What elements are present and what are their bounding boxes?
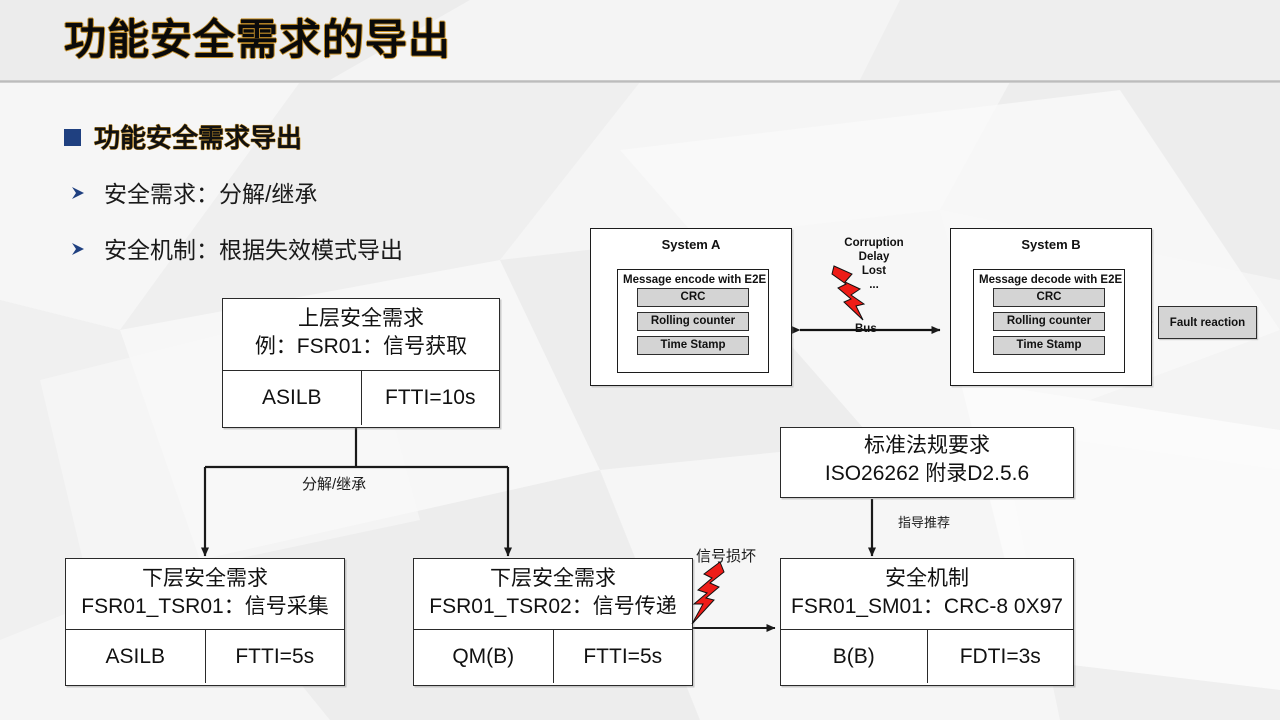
lower-requirement-1-box: 下层安全需求 FSR01_TSR01：信号采集 ASILB FTTI=5s (65, 558, 345, 686)
top-requirement-asil: ASILB (261, 386, 322, 409)
lower-requirement-1-title: 下层安全需求 (142, 567, 268, 590)
lower-requirement-2-title: 下层安全需求 (490, 567, 616, 590)
system-a-chip-rolling-counter: Rolling counter (637, 312, 749, 331)
safety-mechanism-title: 安全机制 (885, 567, 969, 590)
lower-requirement-1-attrs: ASILB FTTI=5s (66, 630, 344, 683)
lower-requirement-1-head: 下层安全需求 FSR01_TSR01：信号采集 (66, 559, 344, 630)
system-a-chip-crc: CRC (637, 288, 749, 307)
outline-item-1: 安全需求：分解/继承 (70, 175, 317, 209)
system-a-message-box: Message encode with E2E CRC Rolling coun… (617, 269, 769, 373)
safety-mechanism-subtitle: FSR01_SM01：CRC-8 0X97 (791, 595, 1063, 619)
slide-canvas: 功能安全需求的导出 功能安全需求导出 安全需求：分解/继承 安全机制：根据失效模… (0, 0, 1280, 720)
safety-mechanism-asil: B(B) (832, 644, 875, 668)
system-a-chip-time-stamp: Time Stamp (637, 336, 749, 355)
top-requirement-title: 上层安全需求 (298, 307, 424, 330)
connector-label-guidance: 指导推荐 (898, 515, 951, 530)
system-a-message-label: Message encode with E2E (623, 274, 767, 286)
system-b-chip-time-stamp: Time Stamp (993, 336, 1105, 355)
lower-requirement-2-qm: QM(B) (452, 644, 515, 668)
section-heading-label: 功能安全需求导出 (94, 123, 303, 153)
top-requirement-ftti: FTTI=10s (360, 371, 500, 425)
system-b-box: System B Message decode with E2E CRC Rol… (950, 228, 1152, 386)
system-b-message-label: Message decode with E2E (979, 274, 1123, 286)
lower-requirement-2-subtitle: FSR01_TSR02：信号传递 (429, 595, 677, 619)
lower-requirement-1-ftti: FTTI=5s (204, 630, 345, 683)
lower-requirement-1-asil: ASILB (105, 644, 166, 668)
top-requirement-subtitle: 例：FSR01：信号获取 (254, 335, 468, 359)
lower-requirement-2-box: 下层安全需求 FSR01_TSR02：信号传递 QM(B) FTTI=5s (413, 558, 693, 686)
system-b-chip-rolling-counter: Rolling counter (993, 312, 1105, 331)
standard-subtitle: ISO26262 附录D2.5.6 (824, 462, 1030, 486)
safety-mechanism-box: 安全机制 FSR01_SM01：CRC-8 0X97 B(B) FDTI=3s (780, 558, 1074, 686)
lower-requirement-1-subtitle: FSR01_TSR01：信号采集 (81, 595, 329, 619)
system-a-title: System A (661, 237, 721, 252)
outline-item-2: 安全机制：根据失效模式导出 (70, 231, 403, 265)
slide-header: 功能安全需求的导出 (0, 0, 1280, 80)
safety-mechanism-head: 安全机制 FSR01_SM01：CRC-8 0X97 (781, 559, 1073, 630)
lightning-bolt-icon (830, 262, 876, 330)
lightning-bolt-icon (690, 560, 730, 628)
system-b-title: System B (1021, 237, 1081, 252)
lower-requirement-2-attrs: QM(B) FTTI=5s (414, 630, 692, 683)
safety-mechanism-attrs: B(B) FDTI=3s (781, 630, 1073, 683)
top-requirement-attrs: ASILB FTTI=10s (223, 371, 499, 425)
top-requirement-head: 上层安全需求 例：FSR01：信号获取 (223, 299, 499, 371)
connector-label-decompose: 分解/继承 (302, 476, 367, 493)
top-requirement-box: 上层安全需求 例：FSR01：信号获取 ASILB FTTI=10s (222, 298, 500, 428)
lower-requirement-2-ftti: FTTI=5s (552, 630, 693, 683)
standard-box: 标准法规要求 ISO26262 附录D2.5.6 (780, 427, 1074, 498)
outline-item-1-label: 安全需求：分解/继承 (104, 181, 318, 207)
system-b-message-box: Message decode with E2E CRC Rolling coun… (973, 269, 1125, 373)
lower-requirement-2-head: 下层安全需求 FSR01_TSR02：信号传递 (414, 559, 692, 630)
square-bullet-icon (64, 129, 81, 146)
page-title: 功能安全需求的导出 (64, 16, 452, 63)
header-divider (0, 80, 1280, 83)
standard-title: 标准法规要求 (864, 434, 990, 457)
section-heading: 功能安全需求导出 (64, 118, 302, 155)
bus-failure-mode-0: Corruption (844, 237, 904, 249)
fault-reaction-box: Fault reaction (1158, 306, 1257, 339)
outline-item-2-label: 安全机制：根据失效模式导出 (104, 237, 403, 263)
chevron-right-icon (70, 184, 88, 202)
system-a-box: System A Message encode with E2E CRC Rol… (590, 228, 792, 386)
chevron-right-icon (70, 240, 88, 258)
safety-mechanism-fdti: FDTI=3s (926, 630, 1074, 683)
system-b-chip-crc: CRC (993, 288, 1105, 307)
